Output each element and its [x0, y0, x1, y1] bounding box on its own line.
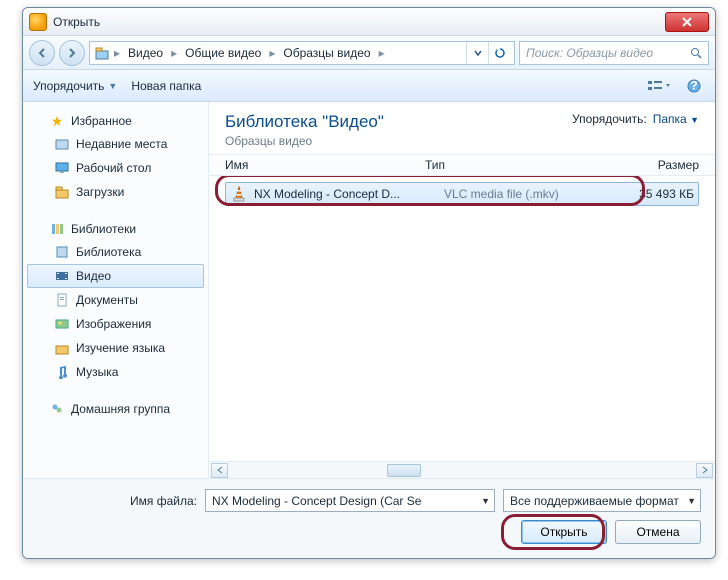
titlebar: Открыть: [23, 8, 715, 36]
pictures-icon: [54, 316, 70, 332]
vlc-file-icon: [230, 185, 248, 203]
file-name: NX Modeling - Concept D...: [254, 187, 444, 201]
sidebar-group-libraries[interactable]: Библиотеки: [27, 218, 204, 240]
open-file-dialog: Открыть ▸ Видео ▸ Общие видео ▸ Образцы …: [22, 7, 716, 559]
sidebar-item-documents[interactable]: Документы: [27, 288, 204, 312]
recent-icon: [54, 136, 70, 152]
breadcrumb[interactable]: Образцы видео: [279, 44, 374, 62]
scroll-left-button[interactable]: [211, 463, 228, 478]
history-dropdown-button[interactable]: [466, 42, 488, 64]
column-type[interactable]: Тип: [425, 158, 585, 172]
sidebar-item-pictures[interactable]: Изображения: [27, 312, 204, 336]
music-icon: [54, 364, 70, 380]
library-icon: [94, 45, 110, 61]
search-icon: [690, 47, 702, 59]
scroll-thumb[interactable]: [387, 464, 421, 477]
column-size[interactable]: Размер: [609, 158, 699, 172]
arrow-right-icon: [66, 47, 78, 59]
nav-back-button[interactable]: [29, 40, 55, 66]
close-icon: [681, 16, 693, 28]
scroll-right-button[interactable]: [696, 463, 713, 478]
chevron-down-icon: ▼: [108, 81, 117, 91]
desktop-icon: [54, 160, 70, 176]
main-pane: Библиотека "Видео" Образцы видео Упорядо…: [209, 102, 715, 478]
libraries-icon: [49, 221, 65, 237]
library-subtitle: Образцы видео: [225, 134, 384, 148]
search-input[interactable]: Поиск: Образцы видео: [519, 41, 709, 65]
sidebar-item-language[interactable]: Изучение языка: [27, 336, 204, 360]
cancel-button[interactable]: Отмена: [615, 520, 701, 544]
view-icon: [647, 79, 671, 93]
sidebar: ★ Избранное Недавние места Рабочий стол …: [23, 102, 209, 478]
sidebar-item-recent[interactable]: Недавние места: [27, 132, 204, 156]
chevron-right-icon: ▸: [377, 46, 387, 60]
footer: Имя файла: NX Modeling - Concept Design …: [23, 478, 715, 558]
chevron-down-icon: ▼: [481, 496, 490, 506]
chevron-right-icon: ▸: [169, 46, 179, 60]
nav-forward-button[interactable]: [59, 40, 85, 66]
library-title: Библиотека "Видео": [225, 112, 384, 132]
search-placeholder: Поиск: Образцы видео: [526, 46, 653, 60]
expand-icon: [33, 404, 43, 414]
sort-label: Упорядочить:: [572, 112, 647, 126]
sidebar-item-music[interactable]: Музыка: [27, 360, 204, 384]
toolbar: Упорядочить▼ Новая папка ?: [23, 70, 715, 102]
sidebar-item-library[interactable]: Библиотека: [27, 240, 204, 264]
horizontal-scrollbar[interactable]: [209, 461, 715, 478]
open-button[interactable]: Открыть: [521, 520, 607, 544]
refresh-button[interactable]: [488, 42, 510, 64]
documents-icon: [54, 292, 70, 308]
sidebar-group-favorites[interactable]: ★ Избранное: [27, 110, 204, 132]
downloads-icon: [54, 184, 70, 200]
breadcrumb[interactable]: Общие видео: [181, 44, 265, 62]
filetype-dropdown[interactable]: Все поддерживаемые формат ▼: [503, 489, 701, 512]
app-icon: [29, 13, 47, 31]
sidebar-group-homegroup[interactable]: Домашняя группа: [27, 398, 204, 420]
help-icon: ?: [687, 79, 701, 93]
close-button[interactable]: [665, 12, 709, 32]
video-icon: [54, 268, 70, 284]
sidebar-item-video[interactable]: Видео: [27, 264, 204, 288]
new-folder-button[interactable]: Новая папка: [131, 79, 201, 93]
refresh-icon: [494, 47, 506, 59]
expand-icon: [33, 224, 43, 234]
chevron-right-icon: ▸: [267, 46, 277, 60]
sort-dropdown[interactable]: Папка ▼: [653, 112, 699, 126]
chevron-right-icon: ▸: [112, 46, 122, 60]
folder-icon: [54, 340, 70, 356]
file-size: 35 493 КБ: [604, 187, 694, 201]
file-row[interactable]: NX Modeling - Concept D... VLC media fil…: [225, 182, 699, 206]
file-list[interactable]: NX Modeling - Concept D... VLC media fil…: [209, 176, 715, 461]
chevron-down-icon: ▼: [687, 496, 696, 506]
expand-icon: [33, 116, 43, 126]
column-name[interactable]: Имя: [225, 158, 425, 172]
help-button[interactable]: ?: [683, 77, 705, 95]
view-options-button[interactable]: [643, 77, 675, 95]
library-icon: [54, 244, 70, 260]
svg-text:?: ?: [690, 79, 697, 93]
chevron-down-icon: [473, 48, 483, 58]
organize-button[interactable]: Упорядочить▼: [33, 79, 117, 93]
column-headers: Имя Тип Размер: [209, 154, 715, 176]
arrow-left-icon: [216, 466, 224, 474]
window-title: Открыть: [53, 15, 665, 29]
arrow-right-icon: [701, 466, 709, 474]
navbar: ▸ Видео ▸ Общие видео ▸ Образцы видео ▸ …: [23, 36, 715, 70]
file-type: VLC media file (.mkv): [444, 187, 604, 201]
arrow-left-icon: [36, 47, 48, 59]
breadcrumb[interactable]: Видео: [124, 44, 167, 62]
sidebar-item-downloads[interactable]: Загрузки: [27, 180, 204, 204]
filename-label: Имя файла:: [37, 494, 197, 508]
address-bar[interactable]: ▸ Видео ▸ Общие видео ▸ Образцы видео ▸: [89, 41, 515, 65]
filename-input[interactable]: NX Modeling - Concept Design (Car Se ▼: [205, 489, 495, 512]
scroll-track[interactable]: [228, 463, 696, 478]
homegroup-icon: [49, 401, 65, 417]
sidebar-item-desktop[interactable]: Рабочий стол: [27, 156, 204, 180]
star-icon: ★: [49, 113, 65, 129]
chevron-down-icon: ▼: [690, 115, 699, 125]
